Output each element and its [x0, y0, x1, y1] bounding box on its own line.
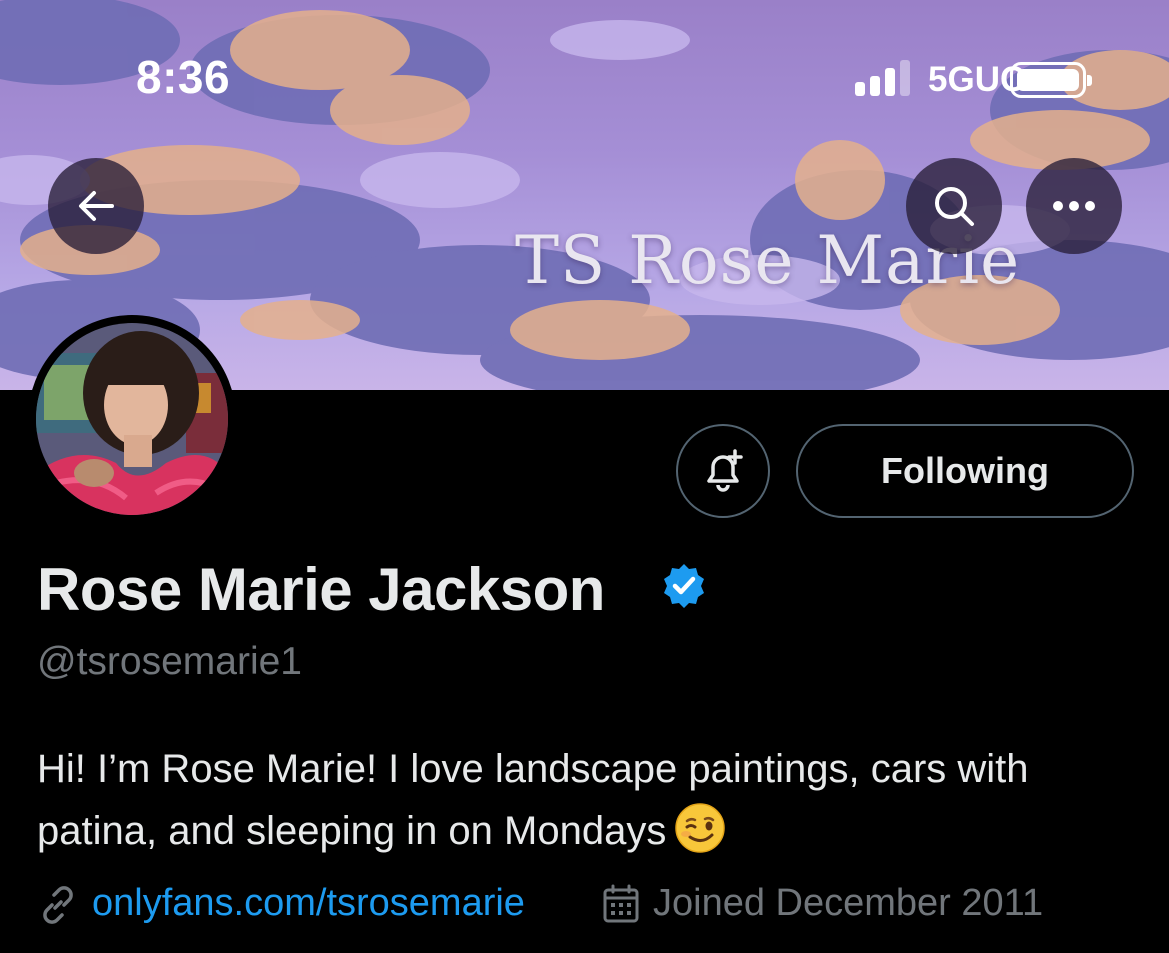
bio-content: Hi! I’m Rose Marie! I love landscape pai…	[37, 747, 1029, 853]
joined-date: Joined December 2011	[653, 882, 1044, 924]
verified-badge-icon[interactable]	[660, 562, 708, 610]
status-time: 8:36	[136, 51, 231, 103]
link-icon	[43, 886, 73, 924]
display-name: Rose Marie Jackson	[37, 556, 605, 623]
search-icon	[935, 187, 974, 226]
user-handle: @tsrosemarie1	[37, 640, 303, 683]
winking-face-icon	[675, 803, 726, 853]
ellipsis-icon	[1053, 201, 1095, 211]
more-options-button[interactable]	[1026, 158, 1122, 254]
notifications-button[interactable]	[676, 424, 770, 518]
bell-plus-icon	[707, 449, 743, 492]
profile-meta: onlyfans.com/tsrosemarie Joined December…	[37, 880, 1137, 930]
following-button[interactable]: Following	[796, 424, 1134, 518]
bio-text: Hi! I’m Rose Marie! I love landscape pai…	[37, 738, 1127, 862]
battery-icon	[1010, 62, 1092, 98]
avatar[interactable]	[28, 315, 236, 523]
calendar-icon	[603, 884, 639, 923]
avatar-photo	[36, 323, 228, 515]
arrow-left-icon	[79, 191, 114, 221]
back-button[interactable]	[48, 158, 144, 254]
profile-website-link[interactable]: onlyfans.com/tsrosemarie	[92, 882, 525, 925]
search-button[interactable]	[906, 158, 1002, 254]
cellular-signal-icon	[855, 58, 915, 98]
